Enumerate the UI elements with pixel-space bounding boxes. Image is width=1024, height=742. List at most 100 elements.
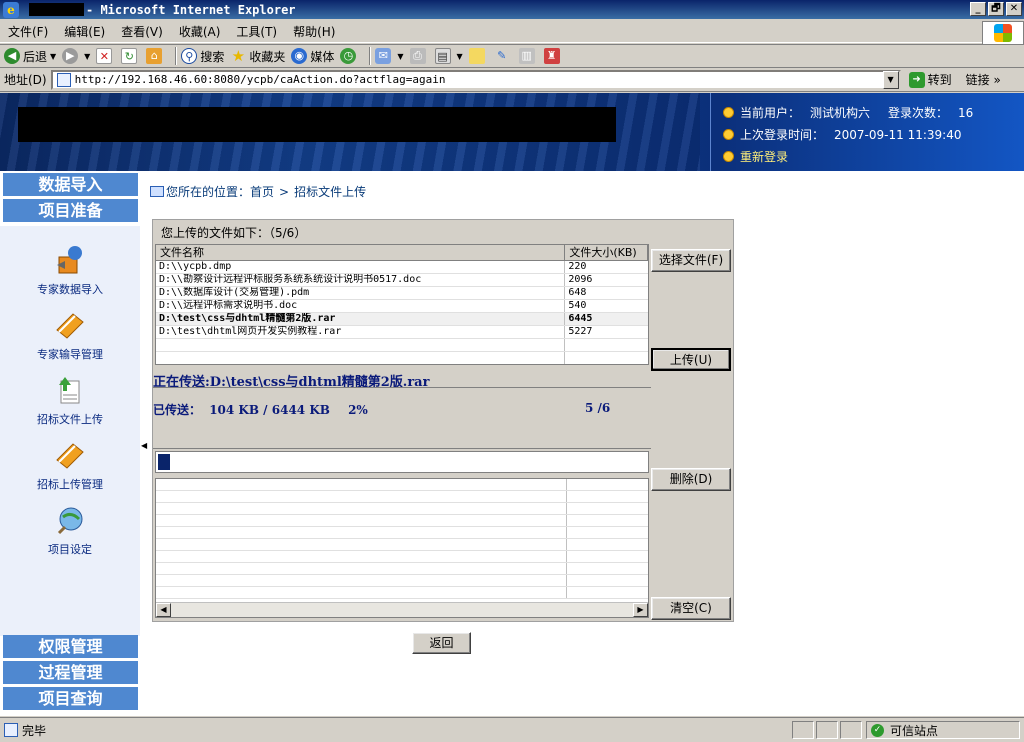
sidebar-section-permissions[interactable]: 权限管理 — [3, 635, 138, 658]
back-arrow-icon: ◀ — [4, 48, 20, 64]
address-input[interactable]: http://192.168.46.60:8080/ycpb/caAction.… — [50, 69, 901, 90]
home-button[interactable]: ⌂ — [146, 48, 165, 64]
address-bar: 地址(D) http://192.168.46.60:8080/ycpb/caA… — [0, 68, 1024, 92]
list-item — [156, 491, 648, 503]
restore-button[interactable]: 🗗 — [988, 2, 1004, 16]
list-item — [156, 503, 648, 515]
sidebar-section-data-import[interactable]: 数据导入 — [3, 173, 138, 196]
mail-icon: ✉ — [375, 48, 392, 64]
mail-button[interactable]: ✉ ▼ — [375, 48, 404, 64]
discuss-button[interactable] — [468, 48, 488, 64]
print-button[interactable]: ⎙ — [409, 48, 429, 64]
search-icon: ⚲ — [181, 48, 198, 64]
menu-help[interactable]: 帮助(H) — [285, 23, 343, 40]
sidebar-section-query[interactable]: 项目查询 — [3, 687, 138, 710]
menu-favorites[interactable]: 收藏(A) — [171, 23, 229, 40]
transfer-status: 正在传送:D:\test\css与dhtml精髓第2版.rar 已传送： 104… — [153, 367, 651, 449]
login-count-label: 登录次数： — [888, 106, 949, 120]
last-login-time: 2007-09-11 11:39:40 — [834, 127, 962, 142]
menu-view[interactable]: 查看(V) — [113, 23, 171, 40]
redacted-logo — [18, 107, 616, 142]
sidebar-item-project-settings[interactable]: 项目设定 — [10, 503, 130, 557]
table-row[interactable]: D:\test\dhtml网页开发实例教程.rar 5227 — [156, 326, 648, 339]
sidebar-item-expert-management[interactable]: 专家输导管理 — [10, 308, 130, 362]
links-button[interactable]: 链接 » — [966, 71, 1001, 88]
trusted-check-icon: ✓ — [871, 723, 884, 737]
forward-arrow-icon: ▶ — [62, 48, 79, 64]
scroll-left-icon[interactable]: ◀ — [156, 603, 171, 617]
menu-edit[interactable]: 编辑(E) — [56, 23, 113, 40]
go-button[interactable]: ➜ 转到 — [908, 71, 952, 88]
windows-logo-icon — [982, 21, 1024, 45]
table-row[interactable]: D:\\数据库设计(交易管理).pdm 648 — [156, 287, 648, 300]
home-icon: ⌂ — [146, 48, 163, 64]
sidebar-section-project-prep[interactable]: 项目准备 — [3, 199, 138, 222]
list-item — [156, 563, 648, 575]
menu-bar: 文件(F) 编辑(E) 查看(V) 收藏(A) 工具(T) 帮助(H) — [0, 21, 1024, 43]
bulb-icon — [723, 151, 734, 162]
scroll-right-icon[interactable]: ▶ — [633, 603, 648, 617]
sidebar-collapse-toggle[interactable]: ◀ — [140, 171, 148, 716]
status-cell — [816, 721, 838, 739]
table-row-active[interactable]: D:\test\css与dhtml精髓第2版.rar 6445 — [156, 313, 648, 326]
refresh-button[interactable]: ↻ — [121, 48, 140, 64]
select-file-button[interactable]: 选择文件(F) — [651, 249, 731, 272]
edit-button[interactable]: ▤ ▼ — [434, 48, 463, 64]
favorites-button[interactable]: ★ 收藏夹 — [230, 48, 286, 65]
security-zone[interactable]: ✓ 可信站点 — [866, 721, 1020, 739]
status-text: 完毕 — [22, 723, 47, 738]
media-globe-icon: ◉ — [291, 48, 308, 64]
location-icon — [150, 186, 164, 197]
table-row[interactable]: D:\\ycpb.dmp 220 — [156, 261, 648, 274]
upload-panel: 您上传的文件如下：（5/6） 文件名称 文件大小(KB) D:\\ycpb.dm… — [152, 219, 734, 622]
forward-button[interactable]: ▶ ▼ — [62, 48, 90, 64]
back-button[interactable]: 返回 — [412, 632, 471, 654]
extra-button[interactable]: ♜ — [543, 48, 563, 64]
sidebar-item-tender-upload[interactable]: 招标文件上传 — [10, 373, 130, 427]
column-header-name[interactable]: 文件名称 — [156, 245, 566, 260]
bulb-icon — [723, 107, 734, 118]
media-button[interactable]: ◉ 媒体 — [291, 48, 334, 65]
relogin-link[interactable]: 重新登录 — [740, 148, 788, 165]
minimize-button[interactable]: _ — [970, 2, 986, 16]
horizontal-scrollbar[interactable]: ◀ ▶ — [156, 602, 648, 617]
file-list[interactable]: 文件名称 文件大小(KB) D:\\ycpb.dmp 220 D:\\勘察设计远… — [155, 244, 649, 365]
sidebar-section-process[interactable]: 过程管理 — [3, 661, 138, 684]
clear-button[interactable]: 清空(C) — [651, 597, 731, 620]
table-row[interactable]: D:\\远程评标需求说明书.doc 540 — [156, 300, 648, 313]
collapse-arrow-icon: ◀ — [141, 441, 148, 450]
magnifier-globe-icon — [53, 503, 87, 537]
edit-page-icon: ▤ — [434, 48, 451, 64]
upload-progress-bar — [155, 451, 649, 473]
toolbar-separator — [175, 47, 178, 65]
menu-file[interactable]: 文件(F) — [0, 23, 56, 40]
messenger-button[interactable]: ✎ — [494, 48, 513, 64]
address-dropdown-button[interactable]: ▼ — [882, 70, 899, 89]
book-stack-icon: ▥ — [518, 48, 535, 64]
page-done-icon — [4, 723, 18, 737]
sidebar-item-upload-management[interactable]: 招标上传管理 — [10, 438, 130, 492]
printer-icon: ⎙ — [409, 48, 426, 64]
sidebar-item-expert-import[interactable]: 专家数据导入 — [10, 243, 130, 297]
book-icon — [53, 438, 87, 472]
tool-icon: ✎ — [497, 49, 507, 62]
list-item — [156, 527, 648, 539]
search-button[interactable]: ⚲ 搜索 — [181, 48, 224, 65]
dropdown-arrow-icon: ▼ — [84, 51, 91, 61]
column-header-size[interactable]: 文件大小(KB) — [565, 245, 648, 260]
upload-button[interactable]: 上传(U) — [651, 348, 731, 371]
close-button[interactable]: ✕ — [1006, 2, 1022, 16]
menu-tools[interactable]: 工具(T) — [228, 23, 285, 40]
upload-queue-list[interactable]: ◀ ▶ — [155, 478, 649, 618]
research-button[interactable]: ▥ — [518, 48, 538, 64]
delete-button[interactable]: 删除(D) — [651, 468, 731, 491]
breadcrumb: 您所在的位置： 首页 > 招标文件上传 — [150, 183, 366, 200]
stop-button[interactable]: ✕ — [96, 48, 115, 64]
breadcrumb-home[interactable]: 首页 — [250, 183, 274, 200]
back-button[interactable]: ◀ 后退 ▼ — [4, 48, 56, 65]
title-bar: e - Microsoft Internet Explorer _ 🗗 ✕ — [0, 0, 1024, 19]
table-row[interactable]: D:\\勘察设计远程评标服务系统系统设计说明书0517.doc 2096 — [156, 274, 648, 287]
list-item — [156, 587, 648, 599]
window-title: - Microsoft Internet Explorer — [86, 2, 296, 17]
history-button[interactable]: ◷ — [340, 48, 359, 64]
